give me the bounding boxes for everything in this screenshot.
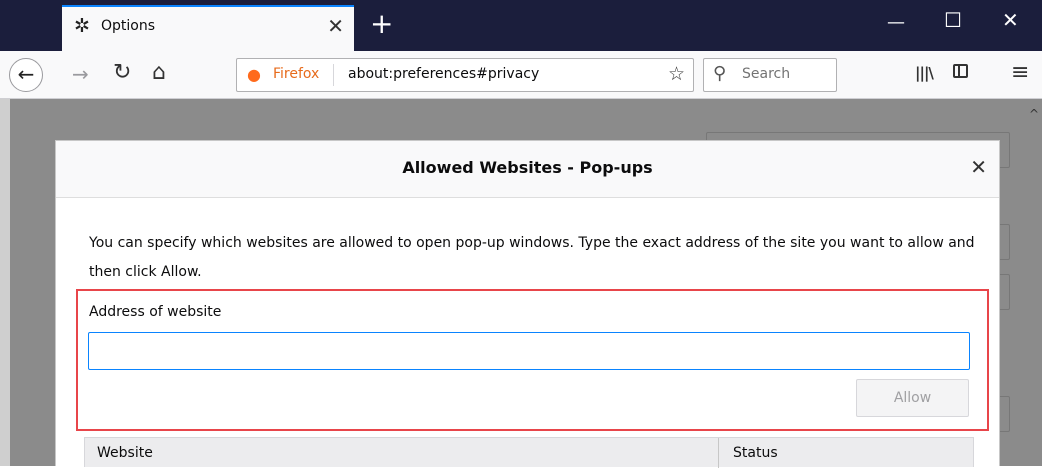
page-edge bbox=[0, 99, 10, 466]
column-website[interactable]: Website bbox=[97, 445, 153, 461]
hamburger-menu-icon[interactable]: ≡ bbox=[1011, 60, 1029, 85]
gear-icon: ✲ bbox=[74, 15, 90, 37]
sidebar-icon[interactable] bbox=[953, 64, 968, 78]
websites-table-header: Website Status bbox=[84, 437, 974, 468]
allowed-websites-dialog: Allowed Websites - Pop-ups ✕ You can spe… bbox=[55, 140, 1000, 468]
column-status[interactable]: Status bbox=[733, 445, 778, 461]
search-icon: ⚲ bbox=[713, 63, 727, 84]
tab-title: Options bbox=[101, 18, 156, 34]
search-input[interactable]: ⚲ Search bbox=[703, 58, 837, 92]
firefox-logo-icon: ● bbox=[247, 65, 261, 84]
minimize-icon[interactable]: — bbox=[887, 12, 905, 33]
tab-close-icon[interactable]: ✕ bbox=[327, 14, 344, 38]
search-placeholder: Search bbox=[742, 66, 791, 82]
forward-arrow-icon[interactable]: → bbox=[72, 62, 89, 86]
url-text[interactable]: about:preferences#privacy bbox=[348, 66, 539, 82]
new-tab-plus-icon[interactable]: + bbox=[370, 6, 393, 42]
home-icon[interactable]: ⌂ bbox=[152, 60, 166, 85]
url-separator bbox=[333, 64, 334, 86]
dialog-header: Allowed Websites - Pop-ups ✕ bbox=[56, 141, 999, 198]
tab-options[interactable]: ✲ Options ✕ bbox=[62, 5, 354, 51]
window-close-icon[interactable]: ✕ bbox=[1002, 8, 1019, 32]
dialog-description: You can specify which websites are allow… bbox=[89, 235, 975, 280]
identity-label: Firefox bbox=[273, 66, 320, 82]
dialog-title: Allowed Websites - Pop-ups bbox=[402, 158, 653, 177]
maximize-icon[interactable]: ☐ bbox=[944, 8, 962, 32]
title-bar: ✲ Options ✕ + — ☐ ✕ bbox=[0, 0, 1042, 51]
website-address-input[interactable] bbox=[88, 332, 970, 370]
address-label: Address of website bbox=[89, 304, 222, 320]
url-bar[interactable]: ● Firefox about:preferences#privacy ☆ bbox=[236, 58, 694, 92]
scroll-up-icon[interactable]: ^ bbox=[1029, 107, 1039, 121]
dialog-close-icon[interactable]: ✕ bbox=[970, 155, 987, 179]
star-icon[interactable]: ☆ bbox=[668, 63, 685, 85]
library-icon[interactable]: |||\ bbox=[915, 64, 934, 82]
allow-button[interactable]: Allow bbox=[856, 379, 969, 417]
column-separator bbox=[718, 438, 719, 468]
navigation-bar: ← → ↻ ⌂ ● Firefox about:preferences#priv… bbox=[0, 51, 1042, 99]
back-arrow-icon[interactable]: ← bbox=[9, 58, 43, 92]
reload-icon[interactable]: ↻ bbox=[113, 60, 131, 85]
